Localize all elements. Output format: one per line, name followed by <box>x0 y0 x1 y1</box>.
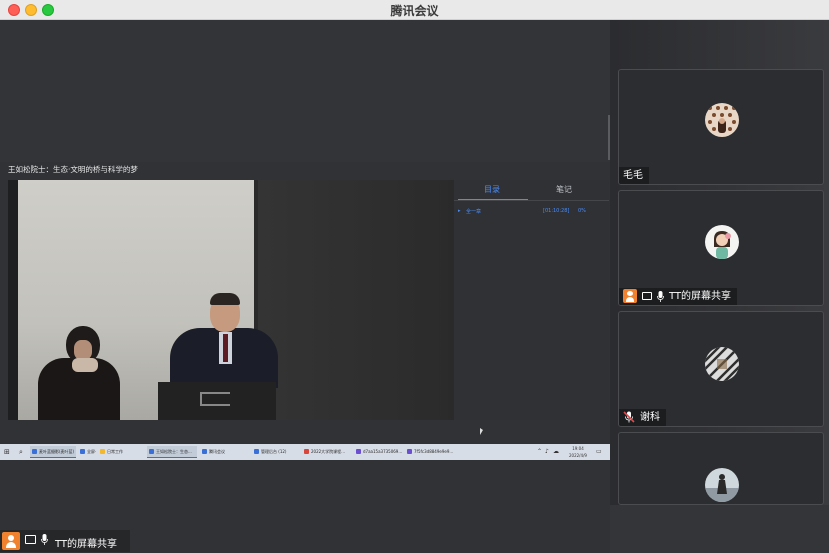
search-icon[interactable]: ⌕ <box>19 446 23 458</box>
tray-chevron-up-icon[interactable]: ⌃ <box>537 446 542 458</box>
tiled-pattern-avatar-icon <box>705 103 739 137</box>
microphone-icon <box>657 290 664 302</box>
window-title: 腾讯会议 <box>390 4 439 18</box>
cartoon-girl-avatar-icon <box>705 225 739 259</box>
course-side-panel: 目录 笔记 ▸ 全一章 [01:10:28] 0% <box>454 180 609 420</box>
diagonal-stripes-avatar-icon <box>705 347 739 381</box>
screen-share-icon <box>25 535 36 544</box>
microphone-muted-icon <box>623 411 635 423</box>
presenter-name: TT的屏幕共享 <box>55 539 118 550</box>
tray-volume-icon[interactable]: ♪ <box>545 446 549 458</box>
presenter-person-icon <box>2 532 20 550</box>
tray-network-icon[interactable]: ☁ <box>553 446 559 458</box>
course-title: 王如松院士：生态·文明的桥与科学的梦 <box>8 165 138 174</box>
presenter-person-icon <box>623 289 637 303</box>
mouse-pointer-icon <box>480 428 483 435</box>
taskbar-item[interactable]: 全屏一下 <box>78 446 96 458</box>
tab-notes[interactable]: 笔记 <box>556 184 572 195</box>
taskbar-clock[interactable]: 19:04 2022/4/9 <box>569 445 587 459</box>
toc-item-duration: [01:10:28] <box>543 208 570 214</box>
taskbar-item[interactable]: d7aa15a3735069... <box>354 446 402 458</box>
taskbar-item[interactable]: 日常工作 <box>98 446 144 458</box>
shared-screen: 王如松院士：生态·文明的桥与科学的梦 目录 笔记 ▸ 全一章 [01:10:28… <box>0 20 610 553</box>
screen-share-icon <box>642 292 652 300</box>
meeting-window: 腾讯会议 王如松院士：生态·文明的桥与科学的梦 目录 笔记 ▸ 全一章 [01:… <box>0 0 829 553</box>
shared-screen-blank-area <box>0 20 610 162</box>
person-silhouette-avatar-icon <box>705 468 739 502</box>
participant-tile[interactable]: 谢科 <box>618 311 824 427</box>
notification-icon[interactable]: ▭ <box>596 446 602 458</box>
taskbar-item[interactable]: 2022大学院课程... <box>302 446 352 458</box>
participant-name-label: 毛毛 <box>619 167 649 184</box>
presenter-status-bar: TT的屏幕共享 <box>0 530 130 552</box>
participant-tile[interactable] <box>618 432 824 505</box>
taskbar-item[interactable]: 7f5fc3d8849e9e9... <box>405 446 453 458</box>
participant-tile[interactable]: 毛毛 <box>618 69 824 185</box>
microphone-icon <box>41 534 48 545</box>
participant-tile[interactable]: TT的屏幕共享 <box>618 190 824 306</box>
title-bar: 腾讯会议 <box>0 0 829 20</box>
taskbar-item[interactable]: 王如松院士：生态... <box>147 446 197 458</box>
windows-start-icon[interactable]: ⊞ <box>4 446 10 458</box>
taskbar-item[interactable]: 管理后台 (12) <box>252 446 299 458</box>
participant-name-label: TT的屏幕共享 <box>619 288 738 305</box>
podium-logo <box>200 392 230 406</box>
toc-item-title: 全一章 <box>466 209 482 215</box>
tab-catalog[interactable]: 目录 <box>484 184 500 195</box>
toc-item-progress: 0% <box>578 208 586 214</box>
taskbar-item[interactable]: 腾讯会议 <box>200 446 248 458</box>
participant-name-label: 谢科 <box>619 409 666 426</box>
lecture-video[interactable] <box>8 180 454 420</box>
taskbar-item[interactable]: 麦叶蓝摄影(麦叶蓝) <box>30 446 76 458</box>
windows-taskbar: ⊞ ⌕ 麦叶蓝摄影(麦叶蓝)全屏一下日常工作王如松院士：生态...腾讯会议管理后… <box>0 444 610 460</box>
sidebar-footer <box>610 505 829 553</box>
caret-right-icon: ▸ <box>458 208 461 214</box>
